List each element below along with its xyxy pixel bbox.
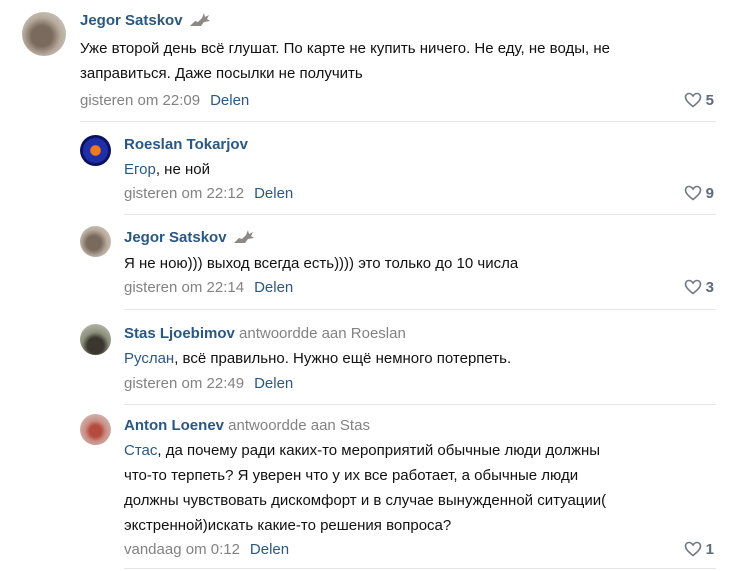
heart-outline-icon [684,92,701,108]
timestamp[interactable]: gisteren om 22:49 [124,375,244,392]
divider [124,404,716,405]
addressee-link[interactable]: Стас [124,442,157,459]
avatar[interactable] [80,324,111,355]
author-name[interactable]: Anton Loenev [124,417,224,434]
heart-outline-icon [684,541,701,557]
comment-meta: vandaag om 0:12 Delen [124,541,289,558]
like-count: 3 [705,279,714,296]
like-button[interactable]: 5 [684,92,714,109]
like-button[interactable]: 1 [684,541,714,558]
timestamp[interactable]: vandaag om 0:12 [124,541,240,558]
share-link[interactable]: Delen [210,92,249,109]
addressee-link[interactable]: Руслан [124,350,174,367]
divider [80,121,716,122]
timestamp[interactable]: gisteren om 22:14 [124,279,244,296]
divider [124,214,716,215]
heart-outline-icon [684,185,701,201]
like-count: 1 [705,541,714,558]
reply-to-link[interactable]: antwoordde aan Stas [228,417,370,434]
comment-meta: gisteren om 22:12 Delen [124,185,293,202]
author-name[interactable]: Stas Ljoebimov [124,325,235,342]
avatar[interactable] [80,414,111,445]
share-link[interactable]: Delen [254,185,293,202]
avatar[interactable] [80,135,111,166]
heart-outline-icon [684,279,701,295]
like-button[interactable]: 9 [684,185,714,202]
divider [124,309,716,310]
author-name[interactable]: Jegor Satskov [80,12,183,29]
timestamp[interactable]: gisteren om 22:12 [124,185,244,202]
comment-meta: gisteren om 22:14 Delen [124,279,293,296]
share-link[interactable]: Delen [250,541,289,558]
author-name[interactable]: Roeslan Tokarjov [124,136,248,153]
like-count: 5 [705,92,714,109]
comment-meta: gisteren om 22:49 Delen [124,375,293,392]
divider [124,568,716,569]
comment-text: Стас, да почему ради каких-то мероприяти… [124,442,607,534]
reply-to-link[interactable]: antwoordde aan Roeslan [239,325,406,342]
share-link[interactable]: Delen [254,279,293,296]
comment-text: Егор, не ной [124,161,210,178]
avatar[interactable] [22,12,66,56]
avatar[interactable] [80,226,111,257]
wolf-badge-icon [233,229,255,249]
comment-text: Я не ною))) выход всегда есть)))) это то… [124,255,519,272]
addressee-link[interactable]: Егор [124,161,156,178]
comment-meta: gisteren om 22:09 Delen [80,92,249,109]
comment-text: Руслан, всё правильно. Нужно ещё немного… [124,350,512,367]
author-name[interactable]: Jegor Satskov [124,229,227,246]
comment-text: Уже второй день всё глушат. По карте не … [80,40,610,82]
wolf-badge-icon [189,12,211,32]
like-button[interactable]: 3 [684,279,714,296]
share-link[interactable]: Delen [254,375,293,392]
like-count: 9 [705,185,714,202]
timestamp[interactable]: gisteren om 22:09 [80,92,200,109]
